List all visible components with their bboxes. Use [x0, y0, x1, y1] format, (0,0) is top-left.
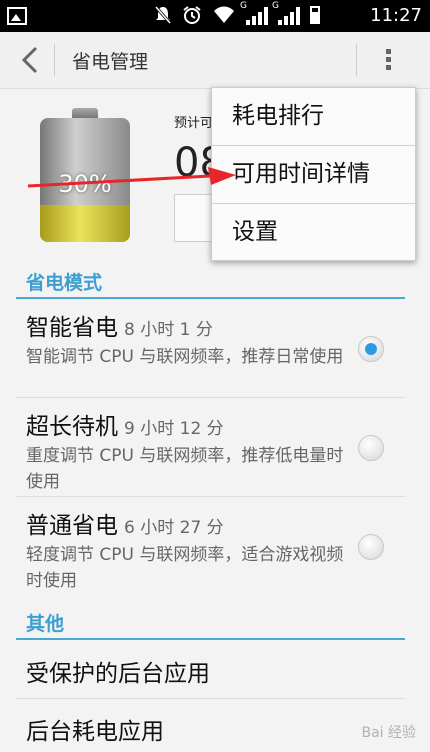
- divider: [16, 496, 405, 497]
- status-icons: G G: [154, 1, 320, 25]
- radio-button-selected[interactable]: [358, 336, 384, 362]
- clock: 11:27: [370, 5, 422, 26]
- section-divider: [16, 297, 405, 299]
- mode-name: 智能省电: [26, 315, 118, 341]
- battery-level-fill: [40, 204, 130, 242]
- estimate-button[interactable]: [174, 194, 216, 242]
- mode-name: 普通省电: [26, 513, 118, 539]
- section-divider: [16, 638, 405, 640]
- radio-button[interactable]: [358, 534, 384, 560]
- mode-time: 6 小时 27 分: [124, 518, 224, 538]
- signal-type-label: G: [272, 1, 279, 11]
- wifi-icon: [214, 6, 234, 23]
- image-icon: [7, 7, 27, 25]
- annotation-arrow-icon: [28, 167, 236, 188]
- page-title: 省电管理: [72, 51, 149, 73]
- overflow-menu-icon[interactable]: [386, 49, 392, 73]
- mode-name: 超长待机: [26, 414, 118, 440]
- signal-type-label: G: [240, 1, 247, 11]
- alarm-icon: [183, 6, 201, 24]
- section-header-other: 其他: [26, 613, 65, 635]
- divider: [16, 397, 405, 398]
- overflow-menu: 耗电排行 可用时间详情 设置: [211, 87, 416, 261]
- menu-item-power-ranking[interactable]: 耗电排行: [212, 88, 415, 145]
- signal-icon: G: [240, 1, 268, 25]
- menu-item-time-details[interactable]: 可用时间详情: [212, 146, 415, 203]
- status-bar: G G 11:27: [0, 0, 430, 32]
- watermark: Bai 经验: [361, 725, 416, 741]
- battery-cap: [72, 108, 98, 118]
- mode-time: 9 小时 12 分: [124, 419, 224, 439]
- section-header-power-modes: 省电模式: [26, 272, 103, 294]
- chevron-left-icon[interactable]: [18, 44, 42, 76]
- list-item-protected-apps[interactable]: 受保护的后台应用: [26, 654, 210, 688]
- mode-name-row: 超长待机 9 小时 12 分: [26, 407, 224, 441]
- mute-icon: [154, 6, 172, 24]
- divider: [54, 44, 55, 76]
- divider: [356, 44, 357, 76]
- action-bar: 省电管理: [0, 32, 430, 89]
- divider: [16, 698, 405, 699]
- mode-description: 轻度调节 CPU 与联网频率，适合游戏视频时使用: [26, 545, 344, 591]
- mode-name-row: 智能省电 8 小时 1 分: [26, 308, 213, 342]
- signal-icon: G: [272, 1, 300, 25]
- mode-description: 重度调节 CPU 与联网频率，推荐低电量时使用: [26, 446, 344, 492]
- menu-item-settings[interactable]: 设置: [212, 204, 415, 261]
- estimate-label: 预计可: [174, 116, 214, 131]
- mode-description: 智能调节 CPU 与联网频率，推荐日常使用: [26, 347, 344, 367]
- radio-button[interactable]: [358, 435, 384, 461]
- mode-name-row: 普通省电 6 小时 27 分: [26, 506, 224, 540]
- list-item-background-apps[interactable]: 后台耗电应用: [26, 712, 164, 746]
- battery-icon: [310, 6, 320, 24]
- mode-time: 8 小时 1 分: [124, 320, 213, 340]
